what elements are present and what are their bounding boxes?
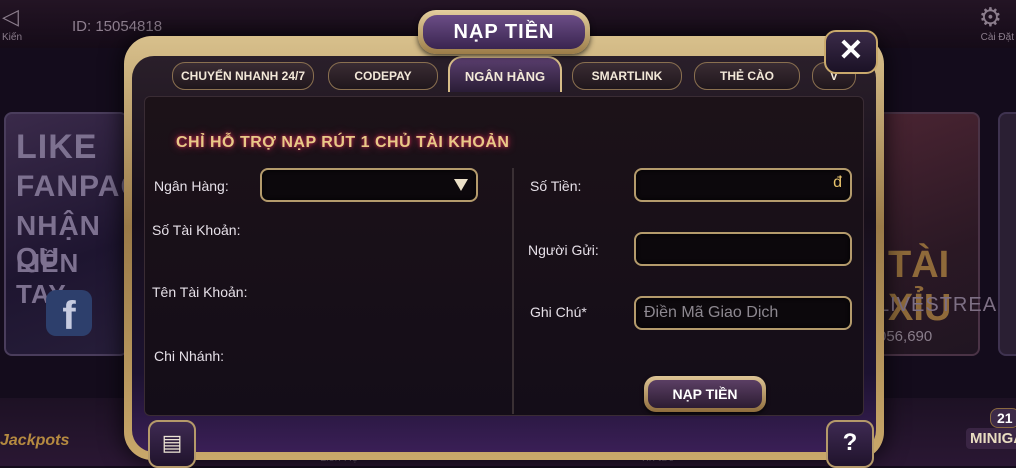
gear-icon[interactable]: ⚙ [979,2,1002,33]
jackpot-amount: 056,690 [878,328,933,345]
back-label: Kiến [2,32,23,43]
help-icon: ? [842,429,858,456]
banner-title: TÀI XỈU [888,244,952,329]
history-icon: ▤ [161,430,183,455]
tab-codepay[interactable]: CODEPAY [328,62,438,90]
back-icon[interactable]: ◁ [2,4,19,30]
close-icon: ✕ [838,34,864,67]
close-button[interactable]: ✕ [824,30,878,74]
amount-label: Số Tiền: [530,178,582,194]
livestream-banner[interactable]: TÀI XỈU LIVESTREAM [872,112,1014,356]
minigame-badge: 21 [990,408,1016,428]
tab-smartlink[interactable]: SMARTLINK [572,62,682,90]
modal-body: CHỈ HỖ TRỢ NẠP RÚT 1 CHỦ TÀI KHOẢN Ngân … [132,56,876,468]
tab-chuyen-nhanh[interactable]: CHUYỂN NHANH 24/7 [172,62,314,90]
note-field[interactable] [634,296,852,330]
bank-select[interactable] [260,168,478,202]
account-number-label: Số Tài Khoản: [152,222,241,238]
deposit-modal: CHỈ HỖ TRỢ NẠP RÚT 1 CHỦ TÀI KHOẢN Ngân … [124,10,884,468]
tab-the-cao[interactable]: THẺ CÀO [694,62,800,90]
banner-line: LIKE [16,128,98,166]
minigame-button[interactable]: MINIGA [966,428,1016,449]
note-input[interactable] [644,298,828,328]
bank-label: Ngân Hàng: [154,178,229,194]
help-button[interactable]: ? [826,420,874,468]
banner-subtitle: LIVESTREAM [878,294,1015,316]
currency-symbol: đ [833,174,842,191]
account-name-label: Tên Tài Khoản: [152,284,248,300]
sender-input[interactable] [644,234,828,264]
settings-label: Cài Đặt [980,32,1014,43]
sender-field[interactable] [634,232,852,266]
sender-label: Người Gửi: [528,242,599,258]
note-label: Ghi Chú* [530,304,587,320]
amount-input[interactable] [644,170,828,200]
deposit-tabs: CHUYỂN NHANH 24/7 CODEPAY NGÂN HÀNG SMAR… [164,56,864,92]
history-button[interactable]: ▤ [148,420,196,468]
deposit-submit-button[interactable]: NẠP TIỀN [644,376,766,412]
notice-text: CHỈ HỖ TRỢ NẠP RÚT 1 CHỦ TÀI KHOẢN [176,134,510,151]
form-divider [512,168,514,414]
modal-title: NẠP TIỀN [423,15,585,49]
user-id: ID: 15054818 [72,18,163,35]
side-card[interactable] [998,112,1016,356]
fanpage-banner[interactable]: LIKE FANPAGE NHẬN QU LIỀN TAY f [4,112,165,356]
modal-title-plate: NẠP TIỀN [418,10,590,54]
dropdown-arrow-icon [454,179,468,191]
jackpots-label[interactable]: Jackpots [0,432,69,450]
facebook-icon: f [46,290,92,338]
branch-label: Chi Nhánh: [154,348,225,364]
submit-label: NẠP TIỀN [648,380,762,408]
tab-ngan-hang[interactable]: NGÂN HÀNG [448,56,562,92]
amount-field[interactable]: đ [634,168,852,202]
